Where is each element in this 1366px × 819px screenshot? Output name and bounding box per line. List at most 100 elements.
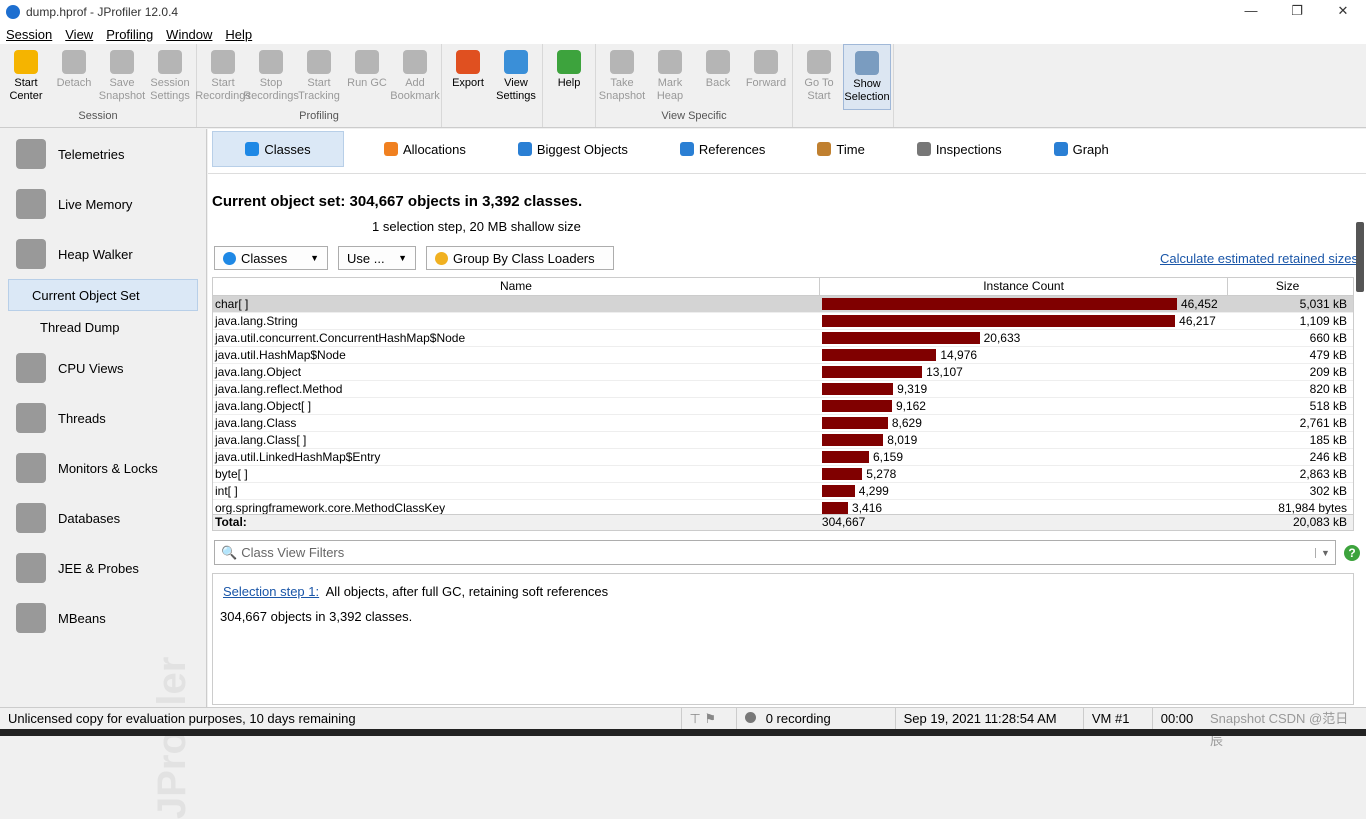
close-button[interactable]: ✕ (1320, 0, 1366, 22)
button-label: View Settings (496, 77, 536, 102)
table-row[interactable]: char[ ] 46,452 5,031 kB (213, 296, 1353, 313)
view-select[interactable]: Classes ▼ (214, 246, 328, 270)
minimize-button[interactable]: — (1228, 0, 1274, 22)
menu-profiling[interactable]: Profiling (106, 27, 153, 42)
calculate-retained-sizes-link[interactable]: Calculate estimated retained sizes (1160, 251, 1358, 266)
heap-walker-icon (16, 239, 46, 269)
menu-view[interactable]: View (65, 27, 93, 42)
instance-count-cell: 6,159 (820, 449, 1228, 465)
sidebar-item-heap-walker[interactable]: Heap Walker (0, 229, 206, 279)
sidebar-item-databases[interactable]: Databases (0, 493, 206, 543)
help-button[interactable]: Help (545, 44, 593, 110)
view-settings-button[interactable]: View Settings (492, 44, 540, 110)
sidebar-item-cpu-views[interactable]: CPU Views (0, 343, 206, 393)
group-label: Group By Class Loaders (453, 250, 595, 266)
menu-window[interactable]: Window (166, 27, 212, 42)
recording-status: 0 recording (737, 707, 896, 730)
instance-count-bar (821, 400, 892, 412)
total-label: Total: (215, 515, 247, 529)
start-center-button[interactable]: Start Center (2, 44, 50, 110)
chevron-down-icon[interactable]: ▼ (1315, 547, 1335, 558)
help-icon[interactable]: ? (1344, 545, 1360, 561)
bookmark-icons[interactable]: ⊤ ⚑ (682, 707, 737, 730)
table-row[interactable]: java.util.HashMap$Node 14,976 479 kB (213, 347, 1353, 364)
go-to-start-button[interactable]: Go To Start (795, 44, 843, 110)
mark-heap-button[interactable]: Mark Heap (646, 44, 694, 110)
forward-button[interactable]: Forward (742, 44, 790, 110)
class-name: java.util.concurrent.ConcurrentHashMap$N… (215, 331, 466, 345)
sidebar-item-mbeans[interactable]: MBeans (0, 593, 206, 643)
sidebar: JProfiler Telemetries Live Memory Heap Wal… (0, 129, 207, 819)
menu-help[interactable]: Help (225, 27, 252, 42)
tab-allocations[interactable]: Allocations (372, 131, 478, 167)
table-row[interactable]: byte[ ] 5,278 2,863 kB (213, 466, 1353, 483)
tab-classes[interactable]: Classes (212, 131, 344, 167)
instance-count-cell: 46,452 (820, 296, 1228, 312)
tab-inspections[interactable]: Inspections (905, 131, 1014, 167)
table-row[interactable]: java.util.concurrent.ConcurrentHashMap$N… (213, 330, 1353, 347)
sidebar-item-telemetries[interactable]: Telemetries (0, 129, 206, 179)
column-size[interactable]: Size (1228, 278, 1353, 295)
sidebar-item-label: Live Memory (58, 196, 133, 212)
toolbar: Start Center Detach Save Snapshot Session S… (0, 44, 1366, 128)
session-settings-button[interactable]: Session Settings (146, 44, 194, 110)
sidebar-item-jee-probes[interactable]: JEE & Probes (0, 543, 206, 593)
tab-references[interactable]: References (668, 131, 777, 167)
class-name: java.lang.Object[ ] (215, 399, 312, 413)
detach-icon (62, 50, 86, 74)
classes-table: Name Instance Count Size char[ ] 46,452 5,… (212, 277, 1354, 531)
run-gc-button[interactable]: Run GC (343, 44, 391, 110)
selection-step-link[interactable]: Selection step 1: (223, 584, 319, 599)
toolbar-group-label (545, 110, 593, 126)
table-row[interactable]: java.util.LinkedHashMap$Entry 6,159 246 kB (213, 449, 1353, 466)
sidebar-item-monitors-locks[interactable]: Monitors & Locks (0, 443, 206, 493)
sidebar-item-live-memory[interactable]: Live Memory (0, 179, 206, 229)
stop-recordings-button[interactable]: Stop Recordings (243, 44, 299, 110)
selection-step-text: All objects, after full GC, retaining so… (325, 584, 609, 599)
use-dropdown[interactable]: Use ... ▼ (338, 246, 416, 270)
take-snapshot-button[interactable]: Take Snapshot (598, 44, 646, 110)
group-by-class-loaders-button[interactable]: Group By Class Loaders (426, 246, 614, 270)
tab-graph[interactable]: Graph (1042, 131, 1121, 167)
chevron-down-icon: ▼ (398, 253, 407, 263)
toolbar-group-profiling: Start Recordings Stop Recordings Start Tra… (195, 44, 442, 127)
show-selection-button[interactable]: Show Selection (843, 44, 891, 110)
table-row[interactable]: java.lang.reflect.Method 9,319 820 kB (213, 381, 1353, 398)
column-instance-count[interactable]: Instance Count (820, 278, 1229, 295)
save-snapshot-button[interactable]: Save Snapshot (98, 44, 146, 110)
chevron-down-icon: ▼ (310, 253, 319, 263)
app-icon (6, 5, 20, 19)
button-label: Show Selection (844, 78, 890, 103)
class-view-filter-input[interactable]: 🔍 Class View Filters ▼ (214, 540, 1336, 565)
table-row[interactable]: int[ ] 4,299 302 kB (213, 483, 1353, 500)
menu-session[interactable]: Session (6, 27, 52, 42)
button-label: Take Snapshot (598, 77, 646, 102)
start-tracking-button[interactable]: Start Tracking (295, 44, 343, 110)
sidebar-item-label: Telemetries (58, 146, 125, 162)
column-name[interactable]: Name (213, 278, 820, 295)
table-row[interactable]: java.lang.Object 13,107 209 kB (213, 364, 1353, 381)
vertical-scrollbar[interactable] (1356, 222, 1364, 292)
table-row[interactable]: java.lang.String 46,217 1,109 kB (213, 313, 1353, 330)
tab-label: Time (836, 141, 865, 157)
sidebar-item-threads[interactable]: Threads (0, 393, 206, 443)
references-icon (679, 142, 694, 156)
start-recordings-button[interactable]: Start Recordings (195, 44, 251, 110)
start-center-icon (14, 50, 38, 74)
table-row[interactable]: java.lang.Object[ ] 9,162 518 kB (213, 398, 1353, 415)
size-value: 479 kB (1309, 348, 1348, 362)
restore-button[interactable]: ❐ (1274, 0, 1320, 22)
export-button[interactable]: Export (444, 44, 492, 110)
sidebar-item-current-object-set[interactable]: Current Object Set (8, 279, 198, 311)
back-button[interactable]: Back (694, 44, 742, 110)
add-bookmark-button[interactable]: Add Bookmark (390, 44, 440, 110)
table-row[interactable]: java.lang.Class 8,629 2,761 kB (213, 415, 1353, 432)
detach-button[interactable]: Detach (50, 44, 98, 110)
vm-id: VM #1 (1084, 707, 1153, 730)
table-row[interactable]: java.lang.Class[ ] 8,019 185 kB (213, 432, 1353, 449)
sidebar-item-thread-dump[interactable]: Thread Dump (8, 311, 198, 343)
tab-time[interactable]: Time (805, 131, 876, 167)
tab-biggest-objects[interactable]: Biggest Objects (506, 131, 640, 167)
snapshot-mode: Snapshot CSDN @范日辰 (1202, 708, 1366, 748)
help-icon (557, 50, 581, 74)
